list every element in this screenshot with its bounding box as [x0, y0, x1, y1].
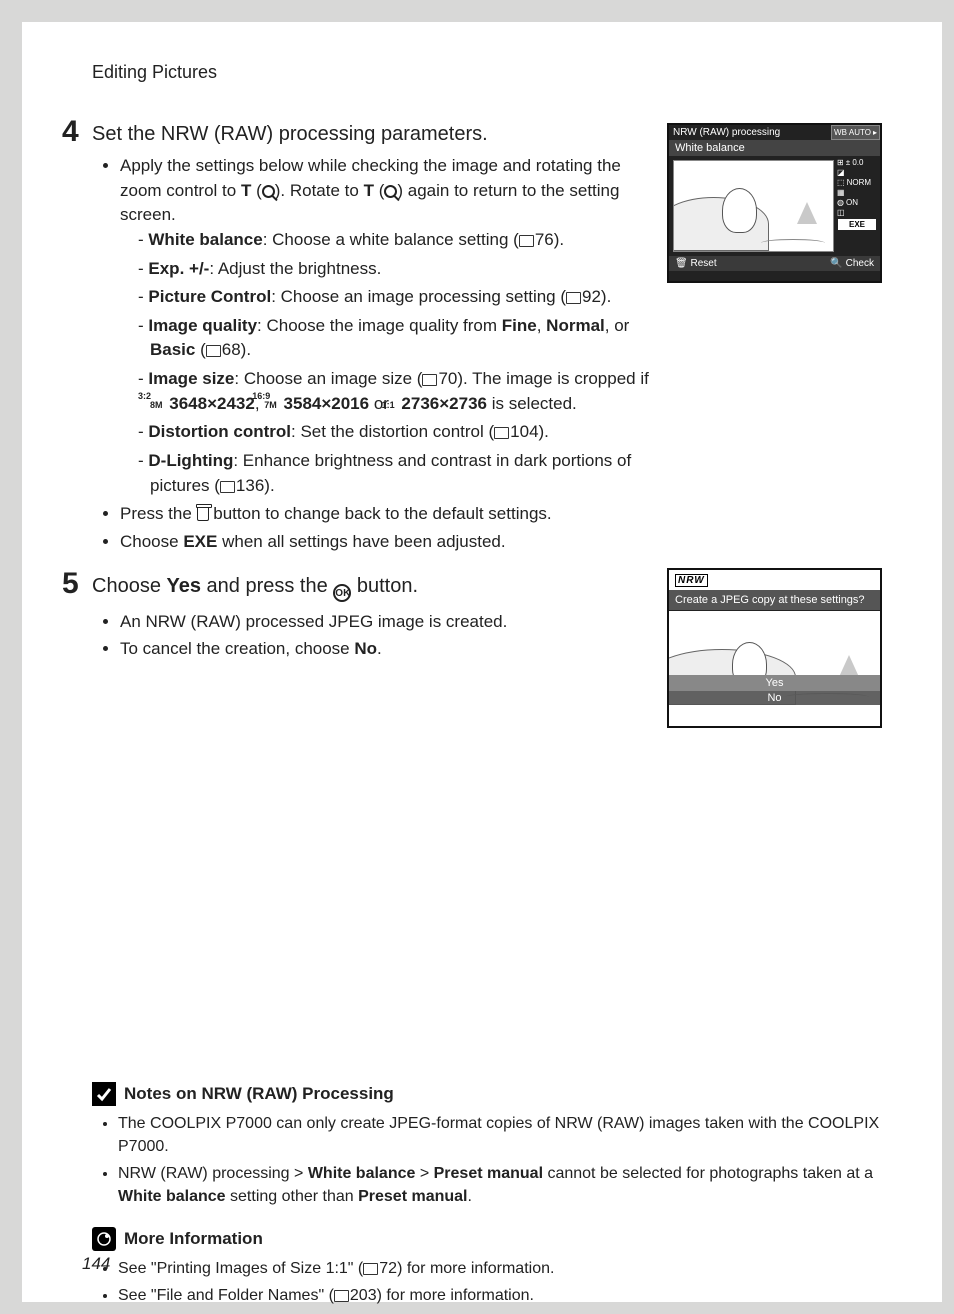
ratio-1-1-icon: 1:1 [394, 401, 395, 410]
book-icon [220, 481, 235, 493]
notes-heading: Notes on NRW (RAW) Processing [124, 1084, 394, 1104]
step5-bullet-1: An NRW (RAW) processed JPEG image is cre… [120, 610, 652, 635]
book-icon [519, 235, 534, 247]
book-icon [206, 345, 221, 357]
sub-picture-control: Picture Control: Choose an image process… [138, 285, 652, 310]
ratio-3-2-icon: 3:28M [150, 392, 163, 410]
ratio-16-9-icon: 16:97M [264, 392, 277, 410]
step-4: 4 Set the NRW (RAW) processing parameter… [92, 123, 882, 555]
trash-icon [197, 507, 209, 521]
step5-bullet-2: To cancel the creation, choose No. [120, 637, 652, 662]
option-yes: Yes [669, 675, 880, 690]
zoom-icon [262, 185, 275, 198]
caution-icon [92, 1082, 116, 1106]
step-5: 5 Choose Yes and press the OK button. An… [92, 575, 882, 662]
book-icon [494, 427, 509, 439]
step4-bullet-3: Choose EXE when all settings have been a… [120, 530, 882, 555]
sub-image-size: Image size: Choose an image size (70). T… [138, 367, 652, 416]
ok-icon: OK [333, 584, 351, 602]
book-icon [422, 374, 437, 386]
note-2: NRW (RAW) processing > White balance > P… [118, 1162, 882, 1208]
sub-d-lighting: D-Lighting: Enhance brightness and contr… [138, 449, 652, 498]
more-2: See "File and Folder Names" (203) for mo… [118, 1284, 882, 1307]
more-info-heading: More Information [124, 1229, 263, 1249]
step4-title: Set the NRW (RAW) processing parameters. [92, 123, 882, 146]
zoom-icon [384, 185, 397, 198]
book-icon [334, 1290, 349, 1302]
section-header: Editing Pictures [92, 62, 882, 83]
sub-distortion: Distortion control: Set the distortion c… [138, 420, 652, 445]
book-icon [363, 1263, 378, 1275]
more-1: See "Printing Images of Size 1:1" (72) f… [118, 1257, 882, 1280]
book-icon [566, 292, 581, 304]
step4-bullet-2: Press the button to change back to the d… [120, 502, 882, 527]
sub-image-quality: Image quality: Choose the image quality … [138, 314, 652, 363]
sub-white-balance: White balance: Choose a white balance se… [138, 228, 652, 253]
step-number: 5 [62, 567, 79, 601]
sub-exposure: Exp. +/-: Adjust the brightness. [138, 257, 652, 282]
note-1: The COOLPIX P7000 can only create JPEG-f… [118, 1112, 882, 1158]
info-icon [92, 1227, 116, 1251]
page-number: 144 [82, 1254, 110, 1274]
step5-title: Choose Yes and press the OK button. [92, 575, 882, 602]
step-number: 4 [62, 115, 79, 149]
step4-bullet-1: Apply the settings below while checking … [120, 154, 882, 498]
option-no: No [669, 690, 880, 705]
